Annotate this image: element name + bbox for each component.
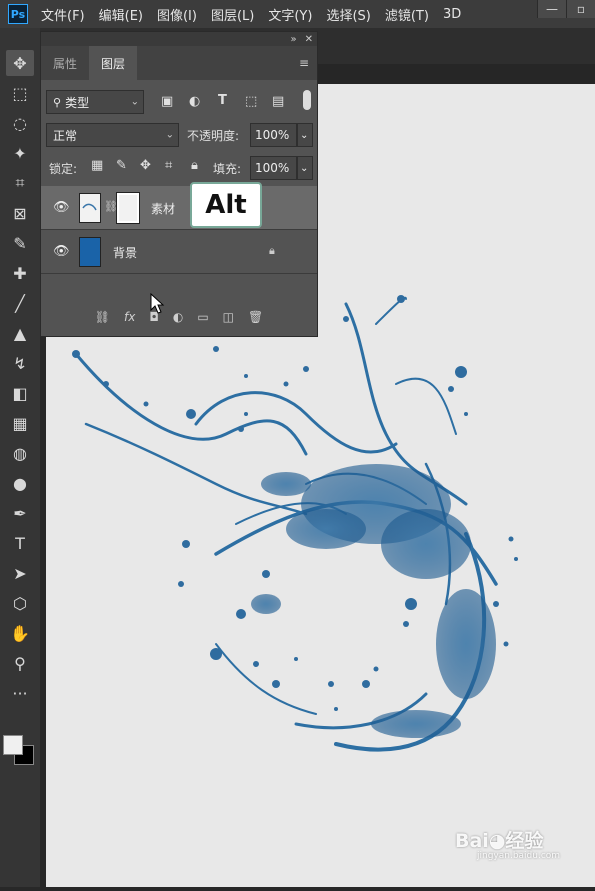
filter-smart-object-icon[interactable]: ▤ <box>272 94 284 109</box>
document-tab-bar <box>318 64 595 84</box>
opacity-input[interactable]: 100% <box>250 123 297 147</box>
close-panel-icon[interactable]: ✕ <box>305 34 313 45</box>
panel-tabs: 属性 图层 ≡ <box>41 46 317 80</box>
mouse-cursor-icon <box>150 293 165 314</box>
layer-row-background[interactable]: 👁︎ 背景 🔒︎ <box>41 230 317 274</box>
lock-label: 锁定: <box>49 162 78 176</box>
lock-image-icon[interactable]: ✎ <box>116 158 127 173</box>
visibility-eye-icon[interactable]: 👁︎ <box>53 200 70 215</box>
brush-icon[interactable]: ╱ <box>6 290 34 316</box>
filter-pixel-icon[interactable]: ▣ <box>161 94 173 109</box>
link-layers-icon[interactable]: ⛓ <box>95 310 110 324</box>
blend-mode-dropdown[interactable]: 正常 ⌄ <box>46 123 179 147</box>
gradient-icon[interactable]: ▦ <box>6 410 34 436</box>
chevron-down-icon: ⌄ <box>165 129 174 141</box>
fill-dropdown-button[interactable]: ⌄ <box>297 156 313 180</box>
frame-icon[interactable]: ⊠ <box>6 200 34 226</box>
chevron-down-icon: ⌄ <box>300 129 309 141</box>
filter-adjustment-icon[interactable]: ◐ <box>189 94 200 109</box>
baidu-watermark: Bai◕经验 <box>455 830 544 852</box>
path-select-icon[interactable]: ➤ <box>6 560 34 586</box>
new-group-icon[interactable]: ▭ <box>197 310 208 324</box>
tab-properties[interactable]: 属性 <box>41 46 89 80</box>
fill-value: 100% <box>255 161 290 175</box>
window-controls: — ▫ <box>537 0 595 20</box>
layers-panel-footer: ⛓ fx ◘ ◐ ▭ ◫ 🗑 <box>41 298 317 336</box>
shape-icon[interactable]: ⬡ <box>6 590 34 616</box>
splash-thumbnail-icon <box>82 203 97 211</box>
lock-position-icon[interactable]: ✥ <box>140 158 151 173</box>
stamp-icon[interactable]: ▲ <box>6 320 34 346</box>
pen-icon[interactable]: ✒ <box>6 500 34 526</box>
mask-link-icon[interactable]: ⛓ <box>104 200 118 213</box>
chevron-down-icon: ⌄ <box>300 162 309 174</box>
lock-icon: 🔒︎ <box>269 244 275 257</box>
dodge-icon[interactable]: ● <box>6 470 34 496</box>
crop-icon[interactable]: ⌗ <box>6 170 34 196</box>
menu-filter[interactable]: 滤镜(T) <box>385 5 429 24</box>
tab-layers[interactable]: 图层 <box>89 46 138 80</box>
menu-image[interactable]: 图像(I) <box>157 5 197 24</box>
lock-transparent-icon[interactable]: ▦ <box>91 158 103 173</box>
new-layer-icon[interactable]: ◫ <box>223 310 234 324</box>
chevron-down-icon: ⌄ <box>130 96 139 108</box>
history-brush-icon[interactable]: ↯ <box>6 350 34 376</box>
healing-icon[interactable]: ✚ <box>6 260 34 286</box>
layer-name: 背景 <box>113 246 138 260</box>
menu-edit[interactable]: 编辑(E) <box>99 5 143 24</box>
layer-row-material[interactable]: 👁︎ ⛓ 素材 <box>41 186 317 230</box>
baidu-watermark-url: jingyan.baidu.com <box>477 851 561 861</box>
layer-thumbnail <box>79 193 101 223</box>
menu-layer[interactable]: 图层(L) <box>211 5 254 24</box>
hand-icon[interactable]: ✋ <box>6 620 34 646</box>
layer-filter-dropdown[interactable]: ⚲ 类型 ⌄ <box>46 90 144 114</box>
collapse-panel-icon[interactable]: » <box>290 34 296 45</box>
panel-header-strip: » ✕ <box>41 32 317 46</box>
zoom-icon[interactable]: ⚲ <box>6 650 34 676</box>
search-icon: ⚲ <box>53 95 62 109</box>
filter-shape-icon[interactable]: ⬚ <box>245 94 257 109</box>
photoshop-logo: Ps <box>8 4 28 24</box>
alt-key-hint: Alt <box>190 182 262 228</box>
eraser-icon[interactable]: ◧ <box>6 380 34 406</box>
fill-label: 填充: <box>213 162 242 176</box>
minimize-button[interactable]: — <box>537 0 566 18</box>
layer-mask-thumbnail[interactable] <box>116 192 140 224</box>
filter-toggle-icon[interactable] <box>303 90 311 110</box>
layer-filter-label: 类型 <box>65 95 90 110</box>
fill-input[interactable]: 100% <box>250 156 297 180</box>
opacity-value: 100% <box>255 128 290 142</box>
filter-type-icon[interactable]: T <box>218 93 227 108</box>
blend-mode-value: 正常 <box>53 128 78 143</box>
menu-3d[interactable]: 3D <box>443 7 461 22</box>
adjustment-layer-icon[interactable]: ◐ <box>173 310 183 324</box>
panel-menu-icon[interactable]: ≡ <box>299 56 309 70</box>
layer-thumbnail <box>79 237 101 267</box>
delete-layer-icon[interactable]: 🗑 <box>248 310 263 324</box>
menu-file[interactable]: 文件(F) <box>41 5 85 24</box>
lock-artboard-icon[interactable]: ⌗ <box>165 158 172 173</box>
layer-style-icon[interactable]: fx <box>124 310 135 324</box>
type-icon[interactable]: T <box>6 530 34 556</box>
more-icon[interactable]: ··· <box>6 680 34 706</box>
opacity-label: 不透明度: <box>187 129 240 143</box>
visibility-eye-icon[interactable]: 👁︎ <box>53 244 70 259</box>
lasso-icon[interactable]: ◌ <box>6 110 34 136</box>
eyedropper-icon[interactable]: ✎ <box>6 230 34 256</box>
move-icon[interactable]: ✥ <box>6 50 34 76</box>
blur-icon[interactable]: ◍ <box>6 440 34 466</box>
magic-wand-icon[interactable]: ✦ <box>6 140 34 166</box>
menu-bar: Ps 文件(F) 编辑(E) 图像(I) 图层(L) 文字(Y) 选择(S) 滤… <box>0 0 595 28</box>
layers-panel: » ✕ 属性 图层 ≡ ⚲ 类型 ⌄ ▣ ◐ T ⬚ ▤ 正常 ⌄ 不透明度: … <box>40 31 318 337</box>
layer-name: 素材 <box>151 202 176 216</box>
menu-type[interactable]: 文字(Y) <box>268 5 312 24</box>
maximize-button[interactable]: ▫ <box>566 0 595 18</box>
foreground-color-swatch[interactable] <box>3 735 23 755</box>
opacity-dropdown-button[interactable]: ⌄ <box>297 123 313 147</box>
menu-select[interactable]: 选择(S) <box>326 5 370 24</box>
lock-all-icon[interactable]: 🔒︎ <box>191 158 198 173</box>
marquee-icon[interactable]: ⬚ <box>6 80 34 106</box>
